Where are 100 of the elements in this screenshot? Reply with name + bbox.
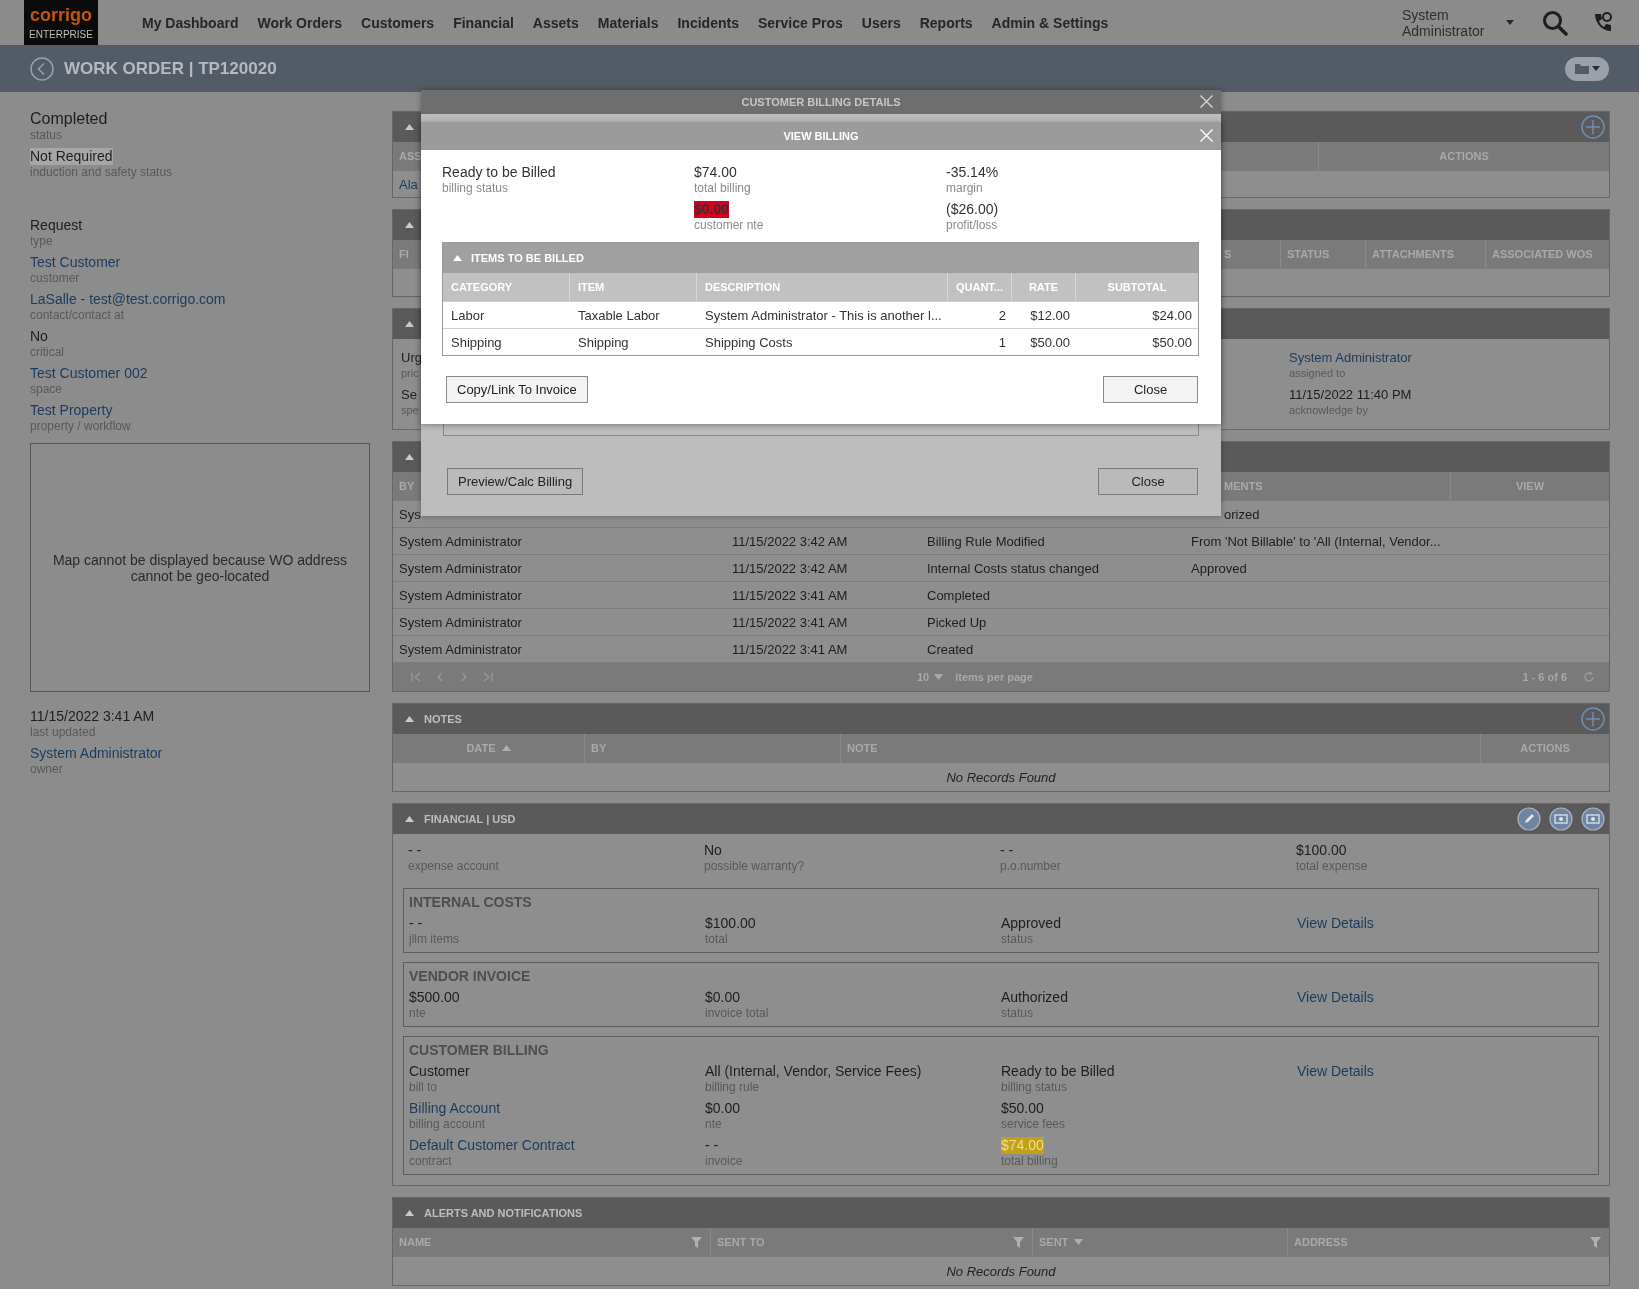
link[interactable]: Ala bbox=[399, 176, 418, 192]
menu-item[interactable]: Work Orders bbox=[257, 14, 342, 31]
page-title: WORK ORDER | TP120020 bbox=[64, 58, 277, 79]
collapse-icon[interactable] bbox=[405, 816, 414, 822]
field-value: Ready to be Billed bbox=[442, 164, 556, 181]
rate: $12.00 bbox=[1030, 307, 1070, 323]
column-header[interactable]: RATE bbox=[1028, 281, 1059, 293]
cash-icon[interactable] bbox=[1581, 807, 1605, 831]
column-header[interactable]: QUANT... bbox=[955, 281, 1004, 293]
field-value: Se bbox=[401, 386, 417, 403]
previous-page-icon[interactable] bbox=[435, 672, 445, 682]
close-button[interactable]: Close bbox=[1098, 468, 1198, 495]
description: Shipping Costs bbox=[705, 334, 793, 350]
add-icon[interactable] bbox=[1581, 115, 1605, 139]
link[interactable]: System Administrator bbox=[30, 745, 163, 762]
timestamp: 11/15/2022 3:42 AM bbox=[732, 533, 848, 549]
link[interactable]: Billing Account bbox=[409, 1100, 501, 1117]
field-value: Customer bbox=[409, 1063, 470, 1080]
link[interactable]: View Details bbox=[1297, 1063, 1374, 1080]
caret-icon[interactable] bbox=[1506, 20, 1514, 25]
link[interactable]: Test Property bbox=[30, 402, 113, 419]
menu-item[interactable]: Financial bbox=[453, 14, 514, 31]
menu-item[interactable]: Reports bbox=[919, 14, 973, 31]
collapse-icon[interactable] bbox=[405, 321, 414, 327]
user-name: System Administrator bbox=[399, 587, 522, 603]
collapse-icon[interactable] bbox=[405, 454, 414, 460]
panel-title: ALERTS AND NOTIFICATIONS bbox=[424, 1207, 583, 1219]
user-name: System Administrator bbox=[399, 533, 522, 549]
subtotal: $50.00 bbox=[1152, 334, 1192, 350]
menu-item[interactable]: My Dashboard bbox=[142, 14, 239, 31]
last-page-icon[interactable] bbox=[483, 672, 493, 682]
link[interactable]: Default Customer Contract bbox=[409, 1137, 575, 1154]
logo[interactable]: corrigo ENTERPRISE bbox=[24, 0, 98, 45]
copy-link-button[interactable]: Copy/Link To Invoice bbox=[446, 376, 588, 403]
link[interactable]: View Details bbox=[1297, 989, 1374, 1006]
field-value: Ready to be Billed bbox=[1001, 1063, 1115, 1080]
sort-ascending-icon[interactable] bbox=[501, 745, 511, 751]
link[interactable]: Test Customer bbox=[30, 254, 121, 271]
field-value: No bbox=[704, 842, 722, 859]
caret-icon bbox=[934, 674, 944, 680]
column-header[interactable]: DESCRIPTION bbox=[705, 281, 781, 293]
column-header[interactable]: SUBTOTAL bbox=[1107, 281, 1167, 293]
link[interactable]: LaSalle - test@test.corrigo.com bbox=[30, 291, 226, 308]
sort-descending-icon[interactable] bbox=[1074, 1239, 1084, 1245]
column-header[interactable]: CATEGORY bbox=[451, 281, 513, 293]
filter-icon[interactable] bbox=[1013, 1236, 1024, 1248]
link[interactable]: System Administrator bbox=[1289, 349, 1412, 366]
timestamp: 11/15/2022 3:41 AM bbox=[732, 641, 848, 657]
column-header[interactable]: ITEM bbox=[578, 281, 605, 293]
field-value: $0.00 bbox=[694, 201, 730, 218]
user-menu[interactable]: System Administrator bbox=[1402, 6, 1500, 39]
table-title: ITEMS TO BE BILLED bbox=[471, 252, 584, 264]
collapse-icon[interactable] bbox=[405, 1210, 414, 1216]
add-icon[interactable] bbox=[1581, 707, 1605, 731]
menu-item[interactable]: Assets bbox=[532, 14, 579, 31]
dialog-title: CUSTOMER BILLING DETAILS bbox=[741, 96, 901, 108]
back-icon[interactable] bbox=[30, 56, 54, 81]
user-name: Sys bbox=[399, 506, 421, 522]
menu-item[interactable]: Materials bbox=[597, 14, 659, 31]
dialog-title: VIEW BILLING bbox=[783, 130, 859, 142]
panel-title: FINANCIAL | USD bbox=[424, 813, 516, 825]
field-value: Completed bbox=[30, 109, 108, 128]
edit-icon[interactable] bbox=[1517, 807, 1541, 831]
menu-item[interactable]: Service Pros bbox=[757, 14, 843, 31]
menu-item[interactable]: Customers bbox=[361, 14, 435, 31]
menu-item[interactable]: Users bbox=[861, 14, 901, 31]
field-value: $50.00 bbox=[1001, 1100, 1044, 1117]
comment-text: orized bbox=[1224, 506, 1260, 522]
field-value: - - bbox=[408, 842, 422, 859]
close-icon[interactable] bbox=[1200, 95, 1213, 108]
filter-icon[interactable] bbox=[1590, 1236, 1601, 1248]
cash-icon[interactable] bbox=[1549, 807, 1573, 831]
preview-button[interactable]: Preview/Calc Billing bbox=[447, 468, 584, 495]
collapse-icon[interactable] bbox=[405, 222, 414, 228]
collapse-icon[interactable] bbox=[405, 716, 414, 722]
first-page-icon[interactable] bbox=[411, 672, 421, 682]
next-page-icon[interactable] bbox=[459, 672, 469, 682]
subtotal: $24.00 bbox=[1152, 307, 1192, 323]
collapse-icon[interactable] bbox=[405, 124, 414, 130]
field-value: - - bbox=[409, 915, 423, 932]
timestamp: 11/15/2022 3:41 AM bbox=[732, 614, 848, 630]
event-name: Billing Rule Modified bbox=[927, 533, 1045, 549]
timestamp: 11/15/2022 3:42 AM bbox=[732, 560, 848, 576]
rate: $50.00 bbox=[1030, 334, 1070, 350]
search-icon[interactable] bbox=[1542, 9, 1568, 36]
refresh-icon[interactable] bbox=[1583, 671, 1595, 683]
menu-item[interactable]: Incidents bbox=[677, 14, 739, 31]
field-label: billing status bbox=[442, 181, 509, 195]
field-value: - - bbox=[1000, 842, 1014, 859]
user-name: System Administrator bbox=[399, 641, 522, 657]
link[interactable]: Test Customer 002 bbox=[30, 365, 148, 382]
collapse-icon[interactable] bbox=[453, 255, 462, 261]
filter-icon[interactable] bbox=[691, 1236, 702, 1248]
link[interactable]: View Details bbox=[1297, 915, 1374, 932]
folder-menu-button[interactable] bbox=[1565, 56, 1609, 81]
menu-item[interactable]: Admin & Settings bbox=[991, 14, 1109, 31]
close-button[interactable]: Close bbox=[1103, 376, 1198, 403]
category: Labor bbox=[451, 307, 485, 323]
field-label: margin bbox=[946, 181, 983, 195]
event-name: Internal Costs status changed bbox=[927, 560, 1099, 576]
